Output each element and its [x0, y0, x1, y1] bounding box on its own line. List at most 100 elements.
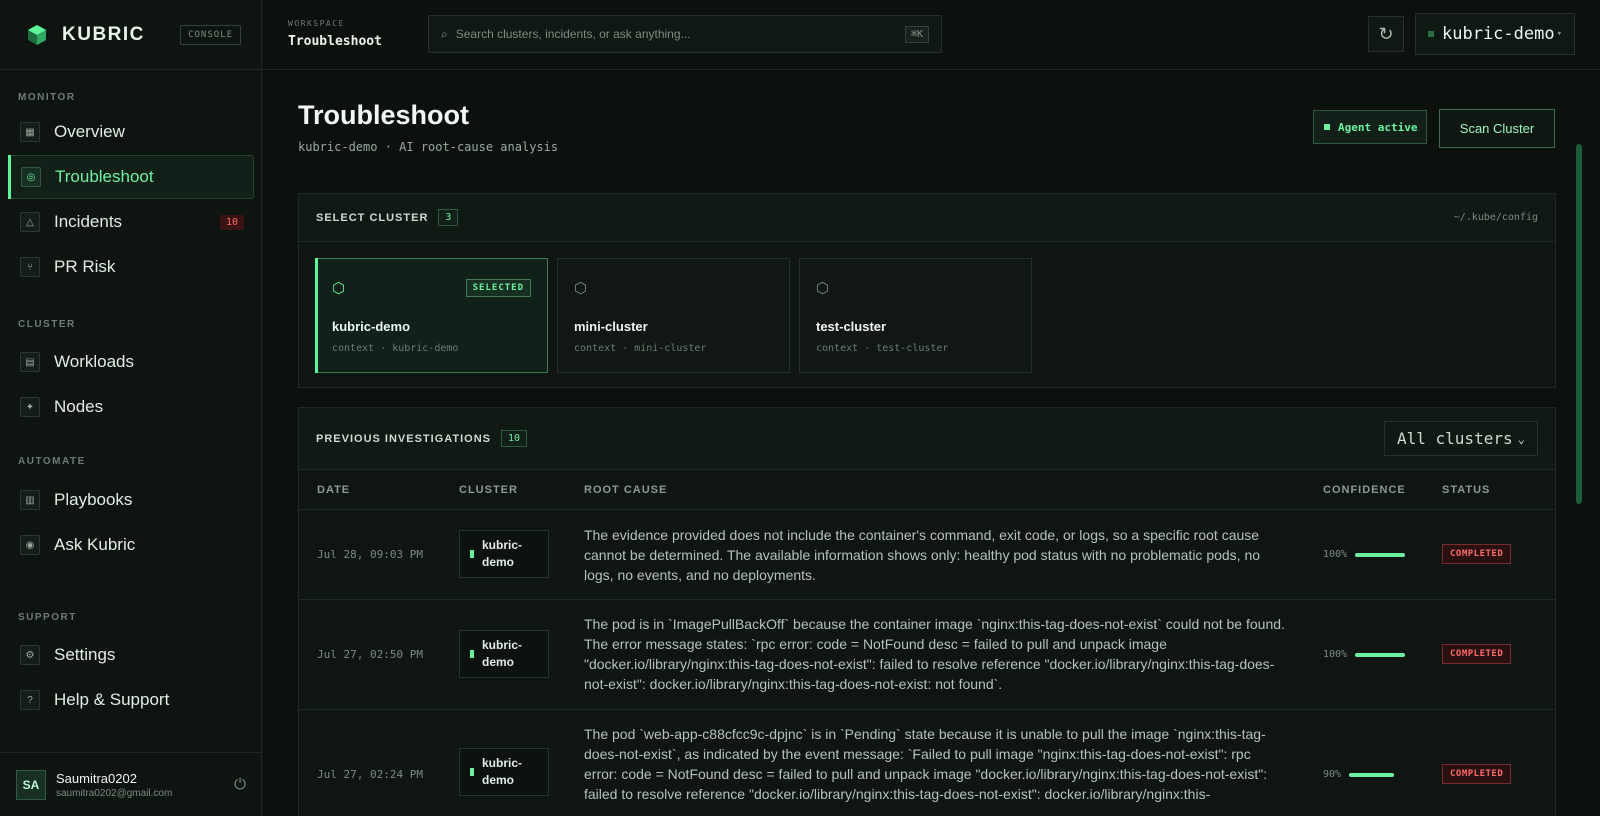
kubeconfig-path: ~/.kube/config [1453, 212, 1538, 223]
row-cluster-name-line: demo [482, 773, 515, 787]
search-placeholder: Search clusters, incidents, or ask anyth… [455, 27, 691, 41]
row-date: Jul 28, 09:03 PM [317, 548, 423, 561]
row-cluster-name-line: demo [482, 555, 515, 569]
sidebar-item-troubleshoot[interactable]: ◎ Troubleshoot [8, 155, 254, 199]
row-cluster-chip: kubric-demo [459, 748, 549, 796]
context-name: kubric-demo [1442, 24, 1555, 44]
cluster-card-test-cluster[interactable]: ⬡ test-cluster context · test-cluster [799, 258, 1032, 373]
brand: KUBRIC CONSOLE [0, 0, 261, 70]
investigations-panel: PREVIOUS INVESTIGATIONS 10 All clusters … [298, 407, 1556, 816]
row-date: Jul 27, 02:50 PM [317, 648, 423, 661]
status-badge: COMPLETED [1442, 544, 1512, 564]
hexagon-icon: ⬡ [332, 280, 346, 297]
workspace-name: Troubleshoot [288, 34, 382, 49]
column-header-root-cause: ROOT CAUSE [584, 483, 668, 496]
search-shortcut: ⌘K [904, 25, 929, 43]
row-cluster-name-line: kubric- [482, 638, 523, 652]
row-cluster-name-line: demo [482, 655, 515, 669]
table-row[interactable]: Jul 27, 02:24 PM kubric-demo The pod `we… [299, 710, 1555, 816]
table-row[interactable]: Jul 27, 02:50 PM kubric-demo The pod is … [299, 600, 1555, 710]
sidebar-item-label: Nodes [54, 397, 104, 416]
column-header-status: STATUS [1442, 483, 1491, 496]
context-selector[interactable]: kubric-demo ▾ [1415, 13, 1575, 55]
agent-status-badge: Agent active [1313, 110, 1427, 144]
branch-icon: ⑂ [20, 257, 40, 277]
sidebar-item-settings[interactable]: ⚙ Settings [8, 633, 254, 677]
sidebar-item-pr-risk[interactable]: ⑂ PR Risk [8, 245, 254, 289]
cluster-name: mini-cluster [574, 319, 648, 334]
section-label-support: SUPPORT [18, 612, 77, 623]
investigations-count-badge: 10 [501, 430, 528, 447]
cluster-context: context · kubric-demo [332, 343, 459, 354]
select-cluster-header: SELECT CLUSTER 3 ~/.kube/config [299, 194, 1555, 242]
status-badge: COMPLETED [1442, 644, 1512, 664]
user-profile[interactable]: SA Saumitra0202 saumitra0202@gmail.com ⏻ [0, 752, 262, 816]
sidebar-item-ask-kubric[interactable]: ◉ Ask Kubric [8, 523, 254, 567]
column-header-confidence: CONFIDENCE [1323, 483, 1406, 496]
sidebar-item-label: PR Risk [54, 257, 116, 276]
sidebar-item-playbooks[interactable]: ▥ Playbooks [8, 478, 254, 522]
target-icon: ◎ [21, 167, 41, 187]
page-title: Troubleshoot [298, 100, 469, 130]
row-date: Jul 27, 02:24 PM [317, 768, 423, 781]
cluster-context: context · test-cluster [816, 343, 949, 354]
help-icon: ? [20, 690, 40, 710]
table-row[interactable]: Jul 28, 09:03 PM kubric-demo The evidenc… [299, 510, 1555, 600]
sidebar-item-label: Ask Kubric [54, 535, 136, 554]
sidebar-item-label: Settings [54, 645, 116, 664]
layers-icon: ▤ [20, 352, 40, 372]
workspace-label: WORKSPACE [288, 19, 345, 28]
logout-power-icon[interactable]: ⏻ [234, 776, 246, 793]
incidents-count-badge: 10 [219, 214, 244, 230]
sidebar-item-overview[interactable]: ▦ Overview [8, 110, 254, 154]
column-header-date: DATE [317, 483, 351, 496]
cluster-status-dot [470, 768, 474, 776]
confidence-bar [1355, 552, 1406, 557]
cluster-card-kubric-demo[interactable]: ⬡ SELECTED kubric-demo context · kubric-… [315, 258, 548, 373]
row-cluster-chip: kubric-demo [459, 530, 549, 578]
selected-badge: SELECTED [465, 279, 531, 297]
hexagon-icon: ⬡ [816, 280, 830, 297]
cluster-count-badge: 3 [438, 209, 459, 226]
chevron-down-icon: ▾ [1556, 29, 1562, 39]
user-name: Saumitra0202 [56, 770, 137, 786]
sidebar-item-workloads[interactable]: ▤ Workloads [8, 340, 254, 384]
chat-icon: ◉ [20, 535, 40, 555]
status-badge: COMPLETED [1442, 764, 1512, 784]
user-email: saumitra0202@gmail.com [56, 787, 173, 799]
sidebar-item-incidents[interactable]: △ Incidents 10 [8, 200, 254, 244]
cluster-filter-value: All clusters [1397, 429, 1513, 448]
row-cluster-name: kubric-demo [482, 537, 522, 571]
cluster-status-dot [470, 550, 474, 558]
cluster-status-dot [470, 650, 474, 658]
cluster-card-mini-cluster[interactable]: ⬡ mini-cluster context · mini-cluster [557, 258, 790, 373]
kubric-logo-icon [28, 24, 46, 45]
topbar: WORKSPACE Troubleshoot ⌕ Search clusters… [262, 0, 1600, 70]
sidebar-item-help-support[interactable]: ? Help & Support [8, 678, 254, 722]
sidebar-item-label: Workloads [54, 352, 134, 371]
brand-name: KUBRIC [62, 23, 145, 45]
refresh-button[interactable]: ↻ [1368, 16, 1404, 52]
section-label-monitor: MONITOR [18, 92, 76, 103]
row-confidence: 90% [1323, 769, 1395, 780]
cluster-filter-select[interactable]: All clusters ⌄ [1384, 421, 1538, 456]
search-input[interactable]: ⌕ Search clusters, incidents, or ask any… [428, 15, 942, 53]
section-label-cluster: CLUSTER [18, 319, 76, 330]
sidebar-item-label: Playbooks [54, 490, 133, 509]
row-cluster-chip: kubric-demo [459, 630, 549, 678]
context-status-dot [1428, 31, 1434, 37]
gear-icon: ⚙ [20, 645, 40, 665]
hexagon-icon: ⬡ [574, 280, 588, 297]
row-root-cause: The evidence provided does not include t… [584, 527, 1261, 583]
scan-cluster-button[interactable]: Scan Cluster [1439, 109, 1555, 148]
console-badge: CONSOLE [180, 24, 241, 45]
row-root-cause: The pod `web-app-c88cfcc9c-dpjnc` is in … [584, 726, 1268, 802]
row-cluster-name: kubric-demo [482, 637, 522, 671]
main-scrollbar[interactable] [1576, 144, 1582, 504]
confidence-label: 100% [1323, 649, 1348, 660]
row-cluster-name-line: kubric- [482, 538, 523, 552]
sidebar-item-label: Troubleshoot [55, 167, 154, 186]
row-root-cause: The pod is in `ImagePullBackOff` because… [584, 616, 1285, 692]
sidebar-item-label: Help & Support [54, 690, 170, 709]
sidebar-item-nodes[interactable]: ✦ Nodes [8, 385, 254, 429]
